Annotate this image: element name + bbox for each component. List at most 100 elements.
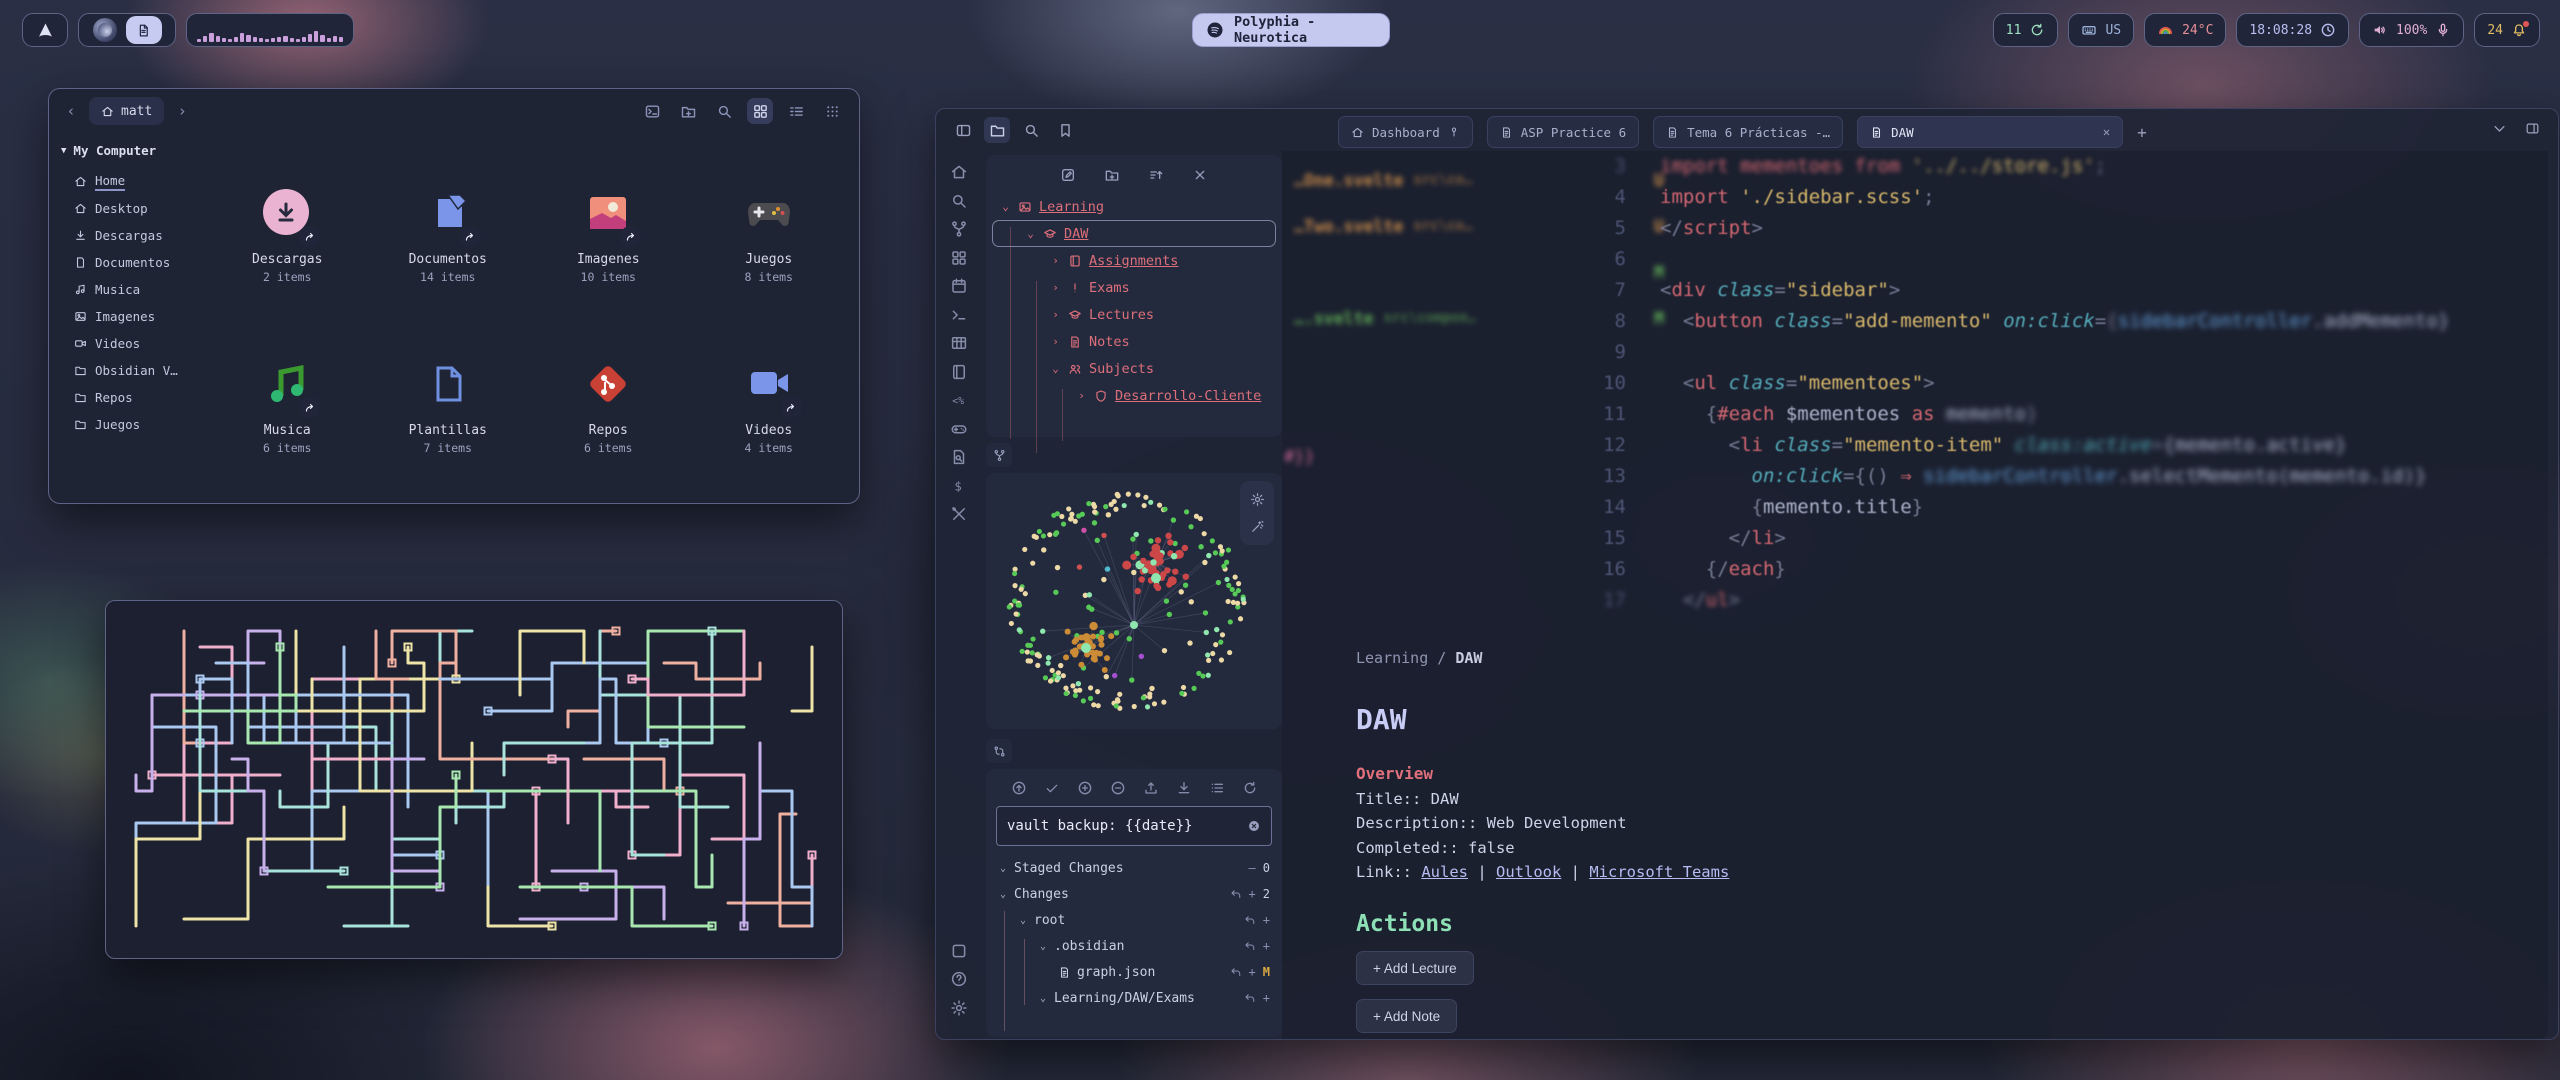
bookmark-icon[interactable] <box>1052 117 1078 143</box>
chevron-down-icon[interactable]: ⌄ <box>1000 200 1011 213</box>
chevron-down-icon[interactable]: ⌄ <box>1018 915 1028 926</box>
sidebar-item-musica[interactable]: Musica <box>61 276 203 303</box>
stage-all-icon[interactable] <box>1077 780 1093 796</box>
tree-item-assignments[interactable]: ›Assignments <box>986 247 1282 274</box>
search-icon[interactable] <box>1018 117 1044 143</box>
ribbon-table-icon[interactable] <box>950 334 968 352</box>
stage-icon[interactable]: + <box>1263 991 1270 1005</box>
file-item-imagenes[interactable]: Imagenes10 items <box>528 151 689 322</box>
stage-icon[interactable]: + <box>1263 939 1270 953</box>
tree-item-notes[interactable]: ›Notes <box>986 328 1282 355</box>
grid-view-icon[interactable] <box>747 98 773 124</box>
ribbon-gamepad-icon[interactable] <box>950 420 968 438</box>
sidebar-item-home[interactable]: Home <box>61 168 203 195</box>
commit-message-input[interactable]: vault backup: {{date}} <box>996 806 1272 846</box>
git-row-actions[interactable]: —0 <box>1249 861 1270 875</box>
link-microsoft-teams[interactable]: Microsoft Teams <box>1589 863 1729 881</box>
discard-icon[interactable] <box>1244 992 1256 1004</box>
file-item-videos[interactable]: Videos4 items <box>689 322 850 493</box>
gear-icon[interactable] <box>1250 492 1265 507</box>
discard-icon[interactable] <box>1230 888 1242 900</box>
unstage-icon[interactable]: — <box>1249 861 1256 875</box>
clock-widget[interactable]: 18:08:28 <box>2236 13 2349 47</box>
sort-icon[interactable] <box>1148 167 1164 183</box>
keyboard-layout[interactable]: US <box>2068 13 2134 47</box>
ribbon-terminal-icon[interactable] <box>950 306 968 324</box>
compact-view-icon[interactable] <box>819 98 845 124</box>
note-breadcrumb[interactable]: Learning / DAW <box>1356 649 2256 667</box>
sidebar-item-imagenes[interactable]: Imagenes <box>61 303 203 330</box>
sidebar-item-obsidianv[interactable]: Obsidian V… <box>61 357 203 384</box>
file-item-musica[interactable]: Musica6 items <box>207 322 368 493</box>
tree-item-lectures[interactable]: ›Lectures <box>986 301 1282 328</box>
tree-item-subjects[interactable]: ⌄Subjects <box>986 355 1282 382</box>
new-folder-icon[interactable] <box>1104 167 1120 183</box>
chevron-down-icon[interactable]: ⌄ <box>1038 941 1048 952</box>
tree-item-desarrollo-cliente[interactable]: ›Desarrollo-Cliente <box>986 382 1282 409</box>
chevron-down-icon[interactable]: ⌄ <box>1025 227 1036 240</box>
sidebar-item-desktop[interactable]: Desktop <box>61 195 203 222</box>
discard-icon[interactable] <box>1244 914 1256 926</box>
clear-icon[interactable] <box>1247 819 1261 833</box>
search-icon[interactable] <box>711 98 737 124</box>
chevron-down-icon[interactable]: ⌄ <box>1038 993 1048 1004</box>
chevron-down-icon[interactable]: ⌄ <box>998 889 1008 900</box>
ribbon-tools-icon[interactable] <box>950 505 968 523</box>
sidebar-section-header[interactable]: ▼ My Computer <box>61 143 203 158</box>
git-view-button[interactable] <box>986 739 1012 763</box>
ribbon-calendar-icon[interactable] <box>950 277 968 295</box>
dock[interactable] <box>78 13 176 47</box>
ribbon-fork-icon[interactable] <box>950 220 968 238</box>
file-item-descargas[interactable]: Descargas2 items <box>207 151 368 322</box>
git-row-learning-daw-exams[interactable]: ⌄Learning/DAW/Exams+ <box>986 985 1282 1011</box>
push-icon[interactable] <box>1143 780 1159 796</box>
panel-right-icon[interactable] <box>2525 121 2540 136</box>
file-item-repos[interactable]: Repos6 items <box>528 322 689 493</box>
chevron-right-icon[interactable]: › <box>1050 281 1061 294</box>
wand-icon[interactable] <box>1250 519 1265 534</box>
sidebar-item-repos[interactable]: Repos <box>61 384 203 411</box>
ribbon-dollar-icon[interactable]: $ <box>950 477 968 495</box>
pull-icon[interactable] <box>1176 780 1192 796</box>
unstage-all-icon[interactable] <box>1110 780 1126 796</box>
git-row-staged-changes[interactable]: ⌄Staged Changes—0 <box>986 855 1282 881</box>
new-folder-icon[interactable] <box>675 98 701 124</box>
notes-app-icon[interactable] <box>126 16 162 44</box>
commit-icon[interactable] <box>1011 780 1027 796</box>
tree-item-learning[interactable]: ⌄Learning <box>986 193 1282 220</box>
chevron-down-icon[interactable] <box>2492 121 2507 136</box>
tab-dashboard[interactable]: Dashboard <box>1338 116 1473 148</box>
ribbon-grid4-icon[interactable] <box>950 249 968 267</box>
ribbon-book-icon[interactable] <box>950 363 968 381</box>
button--add-lecture[interactable]: + Add Lecture <box>1356 951 1474 985</box>
tree-item-exams[interactable]: ›Exams <box>986 274 1282 301</box>
ribbon-gear-icon[interactable] <box>950 999 968 1017</box>
tree-item-daw[interactable]: ⌄DAW <box>992 220 1276 247</box>
sidebar-item-videos[interactable]: Videos <box>61 330 203 357</box>
graph-local-button[interactable] <box>986 443 1012 467</box>
sidebar-item-descargas[interactable]: Descargas <box>61 222 203 249</box>
sidebar-item-juegos[interactable]: Juegos <box>61 411 203 438</box>
file-item-documentos[interactable]: Documentos14 items <box>368 151 529 322</box>
back-button[interactable]: ‹ <box>63 102 79 120</box>
git-row-actions[interactable]: + <box>1244 913 1270 927</box>
tab-asp-practice-6[interactable]: ASP Practice 6 <box>1487 116 1639 148</box>
git-row--obsidian[interactable]: ⌄.obsidian+ <box>986 933 1282 959</box>
folder-icon[interactable] <box>984 117 1010 143</box>
stage-icon[interactable]: + <box>1249 965 1256 979</box>
sidebar-item-documentos[interactable]: Documentos <box>61 249 203 276</box>
new-note-icon[interactable] <box>1060 167 1076 183</box>
ribbon-question-icon[interactable] <box>950 970 968 988</box>
discard-icon[interactable] <box>1244 940 1256 952</box>
link-outlook[interactable]: Outlook <box>1496 863 1561 881</box>
collapse-icon[interactable] <box>1192 167 1208 183</box>
tab-daw[interactable]: DAW✕ <box>1857 116 2123 148</box>
git-row-actions[interactable]: + <box>1244 939 1270 953</box>
ribbon-filesearch-icon[interactable] <box>950 448 968 466</box>
check-icon[interactable] <box>1044 780 1060 796</box>
media-widget[interactable]: Polyphia - Neurotica <box>1192 13 1390 47</box>
list-view-icon[interactable] <box>783 98 809 124</box>
button--add-note[interactable]: + Add Note <box>1356 999 1457 1033</box>
chevron-right-icon[interactable]: › <box>1050 308 1061 321</box>
graph-view-panel[interactable] <box>986 473 1282 729</box>
